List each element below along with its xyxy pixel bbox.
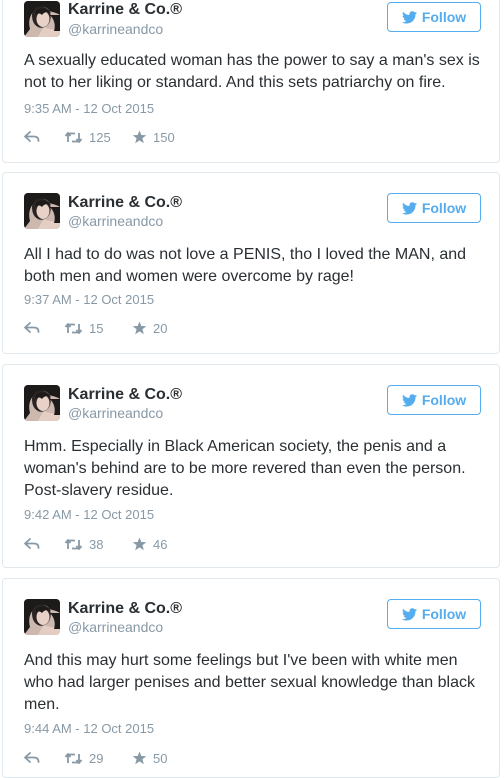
tweet-actions: 15 20 [24, 320, 167, 336]
twitter-bird-icon [402, 202, 417, 215]
reply-icon [24, 752, 40, 763]
retweet-count: 15 [89, 320, 104, 336]
avatar[interactable] [24, 385, 60, 421]
avatar[interactable] [24, 1, 60, 37]
tweet-timestamp[interactable]: 9:37 AM - 12 Oct 2015 [24, 292, 154, 307]
avatar-image [24, 193, 60, 229]
tweet-text: And this may hurt some feelings but I've… [24, 652, 475, 713]
avatar-image [24, 385, 60, 421]
star-icon [132, 321, 147, 335]
author-name[interactable]: Karrine & Co.® [68, 386, 182, 404]
tweet-text: All I had to do was not love a PENIS, th… [24, 246, 467, 285]
tweet-actions: 38 46 [24, 536, 167, 552]
retweet-icon [64, 538, 83, 550]
follow-button-label: Follow [421, 606, 467, 622]
reply-icon [24, 322, 40, 333]
tweet-card: Karrine & Co.® @karrineandco Follow And … [2, 578, 500, 778]
favorite-button[interactable]: 50 [132, 751, 167, 766]
follow-button-label: Follow [421, 9, 467, 25]
tweet-timestamp[interactable]: 9:42 AM - 12 Oct 2015 [24, 507, 154, 522]
follow-button[interactable]: Follow [387, 599, 481, 629]
favorite-count: 50 [153, 750, 168, 766]
star-icon [132, 130, 147, 144]
author-handle[interactable]: @karrineandco [68, 619, 163, 635]
tweet-card: Karrine & Co.® @karrineandco Follow All … [2, 172, 500, 354]
follow-button-label: Follow [421, 200, 467, 216]
retweet-icon [64, 131, 83, 143]
retweet-count: 125 [89, 129, 111, 145]
retweet-icon [64, 752, 83, 764]
reply-button[interactable] [24, 752, 64, 764]
retweet-button[interactable]: 15 [64, 321, 132, 336]
star-icon [132, 537, 147, 551]
retweet-count: 38 [89, 536, 104, 552]
tweet-text: A sexually educated woman has the power … [24, 52, 480, 91]
tweet-card: Karrine & Co.® @karrineandco Follow A se… [2, 0, 500, 163]
favorite-count: 20 [153, 320, 168, 336]
retweet-button[interactable]: 125 [64, 130, 132, 145]
author-handle[interactable]: @karrineandco [68, 213, 163, 229]
author-handle[interactable]: @karrineandco [68, 405, 163, 421]
tweet-text: Hmm. Especially in Black American societ… [24, 438, 466, 499]
tweet-actions: 125 150 [24, 129, 175, 145]
tweet-actions: 29 50 [24, 750, 167, 766]
favorite-button[interactable]: 20 [132, 321, 167, 336]
author-handle[interactable]: @karrineandco [68, 21, 163, 37]
retweet-icon [64, 322, 83, 334]
avatar-image [24, 1, 60, 37]
author-name[interactable]: Karrine & Co.® [68, 600, 182, 618]
reply-icon [24, 131, 40, 142]
tweet-timestamp[interactable]: 9:44 AM - 12 Oct 2015 [24, 721, 154, 736]
reply-button[interactable] [24, 131, 64, 143]
reply-button[interactable] [24, 322, 64, 334]
retweet-button[interactable]: 29 [64, 751, 132, 766]
retweet-button[interactable]: 38 [64, 537, 132, 552]
favorite-count: 150 [153, 129, 175, 145]
follow-button[interactable]: Follow [387, 2, 481, 32]
favorite-count: 46 [153, 536, 168, 552]
favorite-button[interactable]: 46 [132, 537, 167, 552]
star-icon [132, 751, 147, 765]
twitter-bird-icon [402, 11, 417, 24]
favorite-button[interactable]: 150 [132, 130, 175, 145]
avatar[interactable] [24, 599, 60, 635]
tweet-card: Karrine & Co.® @karrineandco Follow Hmm.… [2, 364, 500, 568]
author-name[interactable]: Karrine & Co.® [68, 1, 182, 19]
avatar-image [24, 599, 60, 635]
retweet-count: 29 [89, 750, 104, 766]
reply-icon [24, 538, 40, 549]
tweet-timestamp[interactable]: 9:35 AM - 12 Oct 2015 [24, 101, 154, 116]
reply-button[interactable] [24, 538, 64, 550]
avatar[interactable] [24, 193, 60, 229]
follow-button[interactable]: Follow [387, 385, 481, 415]
twitter-bird-icon [402, 608, 417, 621]
follow-button-label: Follow [421, 392, 467, 408]
twitter-bird-icon [402, 394, 417, 407]
author-name[interactable]: Karrine & Co.® [68, 194, 182, 212]
follow-button[interactable]: Follow [387, 193, 481, 223]
